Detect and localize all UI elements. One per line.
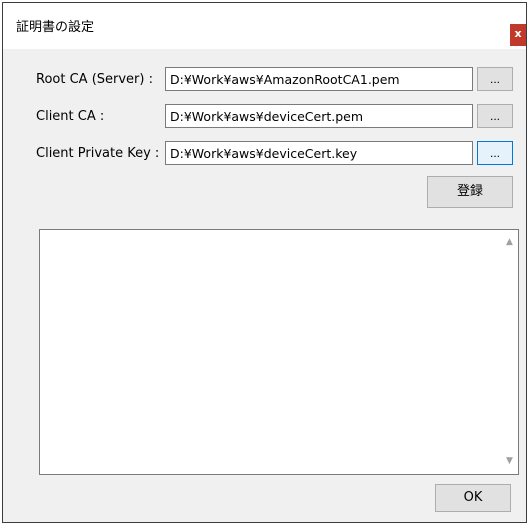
close-icon: x <box>514 27 522 40</box>
log-scrollbar[interactable]: ▲ ▼ <box>501 230 518 474</box>
log-textarea[interactable]: ▲ ▼ <box>39 229 519 475</box>
root-ca-label: Root CA (Server) : <box>36 72 153 87</box>
client-ca-browse-button[interactable]: ... <box>477 104 513 128</box>
ok-button[interactable]: OK <box>435 484 511 512</box>
scroll-down-icon[interactable]: ▼ <box>501 453 518 470</box>
client-ca-input[interactable] <box>165 104 473 128</box>
close-button[interactable]: x <box>510 24 526 46</box>
root-ca-input[interactable] <box>165 67 473 91</box>
client-private-key-input[interactable] <box>165 141 473 165</box>
title-bar: 証明書の設定 x <box>3 3 526 49</box>
client-private-key-label: Client Private Key : <box>36 146 160 161</box>
register-button[interactable]: 登録 <box>427 176 513 208</box>
client-ca-label: Client CA : <box>36 109 105 124</box>
scroll-up-icon[interactable]: ▲ <box>501 234 518 251</box>
certificate-settings-dialog: 証明書の設定 x Root CA (Server) : ... Client C… <box>2 2 527 523</box>
client-private-key-browse-button[interactable]: ... <box>477 141 513 165</box>
dialog-title: 証明書の設定 <box>16 20 95 35</box>
root-ca-browse-button[interactable]: ... <box>477 67 513 91</box>
